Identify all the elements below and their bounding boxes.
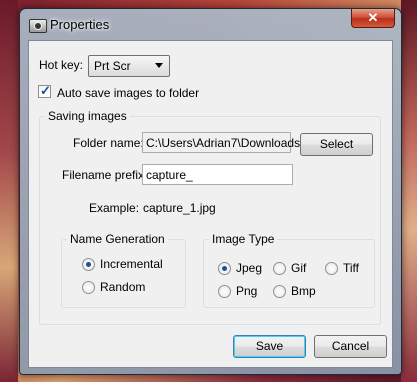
properties-window: Properties ✕ Hot key: Prt Scr ✓ Auto sav… [19, 8, 402, 375]
hotkey-value: Prt Scr [94, 59, 131, 73]
chevron-down-icon [155, 63, 163, 68]
dialog-client-area: Hot key: Prt Scr ✓ Auto save images to f… [28, 40, 393, 368]
folder-name-label: Folder name: [73, 136, 144, 150]
bmp-label: Bmp [291, 284, 316, 298]
title-bar[interactable]: Properties ✕ [20, 9, 401, 39]
auto-save-label: Auto save images to folder [57, 86, 200, 100]
random-label: Random [100, 280, 146, 294]
bmp-radio[interactable] [273, 285, 286, 298]
camera-icon [29, 19, 47, 33]
gif-label: Gif [291, 261, 307, 275]
checkmark-icon: ✓ [40, 83, 51, 98]
select-folder-button[interactable]: Select [300, 133, 373, 156]
jpeg-radio[interactable] [218, 262, 231, 275]
tiff-label: Tiff [343, 261, 360, 275]
auto-save-checkbox[interactable]: ✓ [38, 83, 51, 98]
saving-images-group: Saving images Folder name: C:\Users\Adri… [39, 109, 381, 325]
name-generation-group: Name Generation Incremental Random [61, 232, 186, 308]
hotkey-dropdown[interactable]: Prt Scr [88, 55, 170, 77]
folder-name-field[interactable]: C:\Users\Adrian7\Downloads [142, 132, 300, 153]
example-value: capture_1.jpg [143, 201, 216, 215]
gif-radio[interactable] [273, 262, 286, 275]
jpeg-label: Jpeg [236, 261, 263, 275]
window-title: Properties [50, 17, 110, 32]
example-label: Example: [89, 201, 140, 215]
desktop-background-left [0, 0, 18, 382]
name-generation-group-label: Name Generation [67, 232, 168, 246]
desktop-background-right [401, 0, 417, 382]
filename-prefix-field[interactable]: capture_ [142, 164, 293, 185]
png-radio[interactable] [218, 285, 231, 298]
random-radio[interactable] [82, 281, 95, 294]
hotkey-label: Hot key: [39, 58, 84, 72]
folder-name-value: C:\Users\Adrian7\Downloads [146, 136, 301, 150]
incremental-radio[interactable] [82, 258, 95, 271]
cancel-button[interactable]: Cancel [314, 335, 387, 358]
save-button[interactable]: Save [233, 335, 306, 358]
close-button[interactable]: ✕ [351, 9, 395, 28]
image-type-group: Image Type Jpeg Gif Tiff Png Bmp [203, 232, 375, 308]
tiff-radio[interactable] [325, 262, 338, 275]
png-label: Png [236, 284, 258, 298]
saving-images-group-label: Saving images [45, 109, 130, 123]
incremental-label: Incremental [100, 257, 163, 271]
filename-prefix-value: capture_ [146, 168, 193, 182]
filename-prefix-label: Filename prefix: [62, 168, 148, 182]
image-type-group-label: Image Type [209, 232, 278, 246]
